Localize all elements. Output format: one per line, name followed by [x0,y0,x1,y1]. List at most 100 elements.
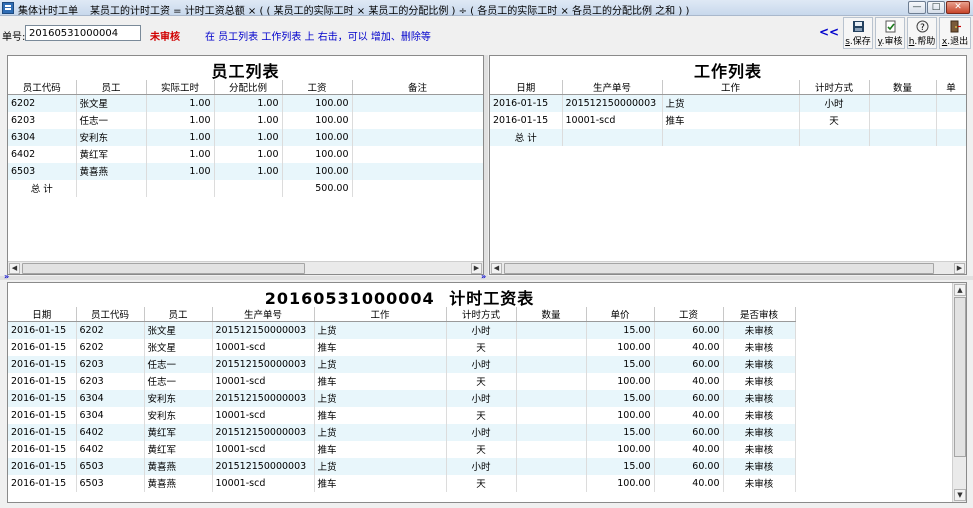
table-cell[interactable]: 上货 [314,321,447,339]
table-cell[interactable]: 未审核 [723,440,796,458]
table-cell[interactable] [516,457,587,475]
table-cell[interactable]: 黄喜燕 [76,162,147,180]
table-cell[interactable]: 100.00 [586,338,655,356]
table-cell[interactable] [352,128,483,146]
table-row[interactable]: 2016-01-15 6503 黄喜燕 201512150000003 上货 小时 15.0… [8,457,796,475]
table-cell[interactable]: 60.00 [654,389,724,407]
total-row[interactable]: 总 计 500.00 [8,179,483,197]
table-cell[interactable]: 100.00 [586,372,655,390]
col-header[interactable]: 计时方式 [446,307,517,322]
table-cell[interactable]: 15.00 [586,457,655,475]
table-cell[interactable]: 未审核 [723,338,796,356]
table-cell[interactable]: 天 [446,338,517,356]
table-cell[interactable] [214,179,283,197]
table-cell[interactable] [936,111,966,129]
table-cell[interactable]: 100.00 [586,474,655,492]
table-cell[interactable]: 2016-01-15 [8,457,77,475]
table-cell[interactable]: 1.00 [146,162,215,180]
table-row[interactable]: 2016-01-15 6203 任志一 201512150000003 上货 小时 15.0… [8,355,796,373]
table-cell[interactable]: 10001-scd [212,406,315,424]
col-header[interactable]: 单价 [586,307,655,322]
table-cell[interactable]: 60.00 [654,355,724,373]
scroll-thumb[interactable] [954,297,966,457]
table-cell[interactable]: 15.00 [586,355,655,373]
table-cell[interactable] [516,372,587,390]
split-arrow-icon[interactable]: » [481,272,486,281]
col-header[interactable]: 生产单号 [562,80,663,95]
col-header[interactable]: 日期 [490,80,563,95]
table-cell[interactable]: 小时 [799,94,870,112]
table-cell[interactable]: 40.00 [654,338,724,356]
table-cell[interactable] [936,94,966,112]
table-cell[interactable]: 小时 [446,457,517,475]
table-cell[interactable] [869,94,937,112]
table-cell[interactable] [799,128,870,146]
table-cell[interactable]: 张文星 [144,338,213,356]
table-cell[interactable]: 10001-scd [562,111,663,129]
table-cell[interactable] [562,128,663,146]
table-cell[interactable]: 2016-01-15 [8,372,77,390]
table-cell[interactable]: 安利东 [144,389,213,407]
table-cell[interactable]: 10001-scd [212,338,315,356]
table-cell[interactable]: 天 [446,406,517,424]
table-cell[interactable]: 6304 [76,406,145,424]
scroll-down-arrow[interactable]: ▼ [954,489,966,501]
table-cell[interactable]: 40.00 [654,406,724,424]
collapse-toggle[interactable]: << [819,25,839,39]
table-cell[interactable]: 6503 [76,474,145,492]
col-header[interactable]: 员工 [144,307,213,322]
table-cell[interactable]: 2016-01-15 [490,111,563,129]
vertical-splitter[interactable] [484,55,488,276]
wage-vscrollbar[interactable]: ▲ ▼ [952,283,966,502]
table-cell[interactable]: 100.00 [282,162,353,180]
table-cell[interactable]: 任志一 [144,355,213,373]
table-cell[interactable]: 推车 [314,440,447,458]
table-cell[interactable]: 1.00 [146,94,215,112]
table-cell[interactable]: 100.00 [586,406,655,424]
table-cell[interactable]: 总 计 [8,179,77,197]
table-row[interactable]: 6503 黄喜燕 1.00 1.00 100.00 [8,162,483,180]
table-cell[interactable]: 小时 [446,389,517,407]
col-header[interactable]: 生产单号 [212,307,315,322]
table-cell[interactable] [146,179,215,197]
table-cell[interactable]: 201512150000003 [562,94,663,112]
table-row[interactable]: 2016-01-15 6304 安利东 10001-scd 推车天 100.00 40.00… [8,406,796,424]
table-cell[interactable]: 安利东 [144,406,213,424]
col-header[interactable]: 数量 [869,80,937,95]
table-cell[interactable]: 黄喜燕 [144,474,213,492]
table-cell[interactable]: 10001-scd [212,474,315,492]
table-cell[interactable]: 100.00 [282,94,353,112]
order-number-input[interactable] [25,25,141,41]
table-cell[interactable]: 2016-01-15 [8,321,77,339]
table-cell[interactable] [516,389,587,407]
close-button[interactable]: ✕ [946,1,970,14]
table-cell[interactable]: 6203 [8,111,77,129]
table-cell[interactable]: 1.00 [214,128,283,146]
table-cell[interactable]: 1.00 [214,94,283,112]
table-cell[interactable]: 未审核 [723,457,796,475]
table-cell[interactable]: 6503 [8,162,77,180]
table-row[interactable]: 6202 张文星 1.00 1.00 100.00 [8,94,483,112]
col-header[interactable]: 分配比例 [214,80,283,95]
col-header[interactable]: 员工 [76,80,147,95]
table-cell[interactable]: 6202 [8,94,77,112]
table-cell[interactable]: 201512150000003 [212,389,315,407]
scroll-right-arrow[interactable]: ▶ [954,263,965,274]
table-cell[interactable]: 2016-01-15 [8,406,77,424]
table-cell[interactable]: 张文星 [144,321,213,339]
table-cell[interactable] [516,440,587,458]
table-cell[interactable] [516,338,587,356]
table-row[interactable]: 6304 安利东 1.00 1.00 100.00 [8,128,483,146]
table-cell[interactable]: 6202 [76,321,145,339]
table-cell[interactable]: 6202 [76,338,145,356]
col-header[interactable]: 计时方式 [799,80,870,95]
table-cell[interactable] [352,145,483,163]
table-cell[interactable]: 2016-01-15 [8,474,77,492]
table-cell[interactable]: 2016-01-15 [490,94,563,112]
table-cell[interactable]: 10001-scd [212,440,315,458]
table-cell[interactable]: 15.00 [586,321,655,339]
table-cell[interactable]: 未审核 [723,406,796,424]
table-row[interactable]: 6203 任志一 1.00 1.00 100.00 [8,111,483,129]
table-cell[interactable]: 张文星 [76,94,147,112]
table-cell[interactable]: 1.00 [214,145,283,163]
